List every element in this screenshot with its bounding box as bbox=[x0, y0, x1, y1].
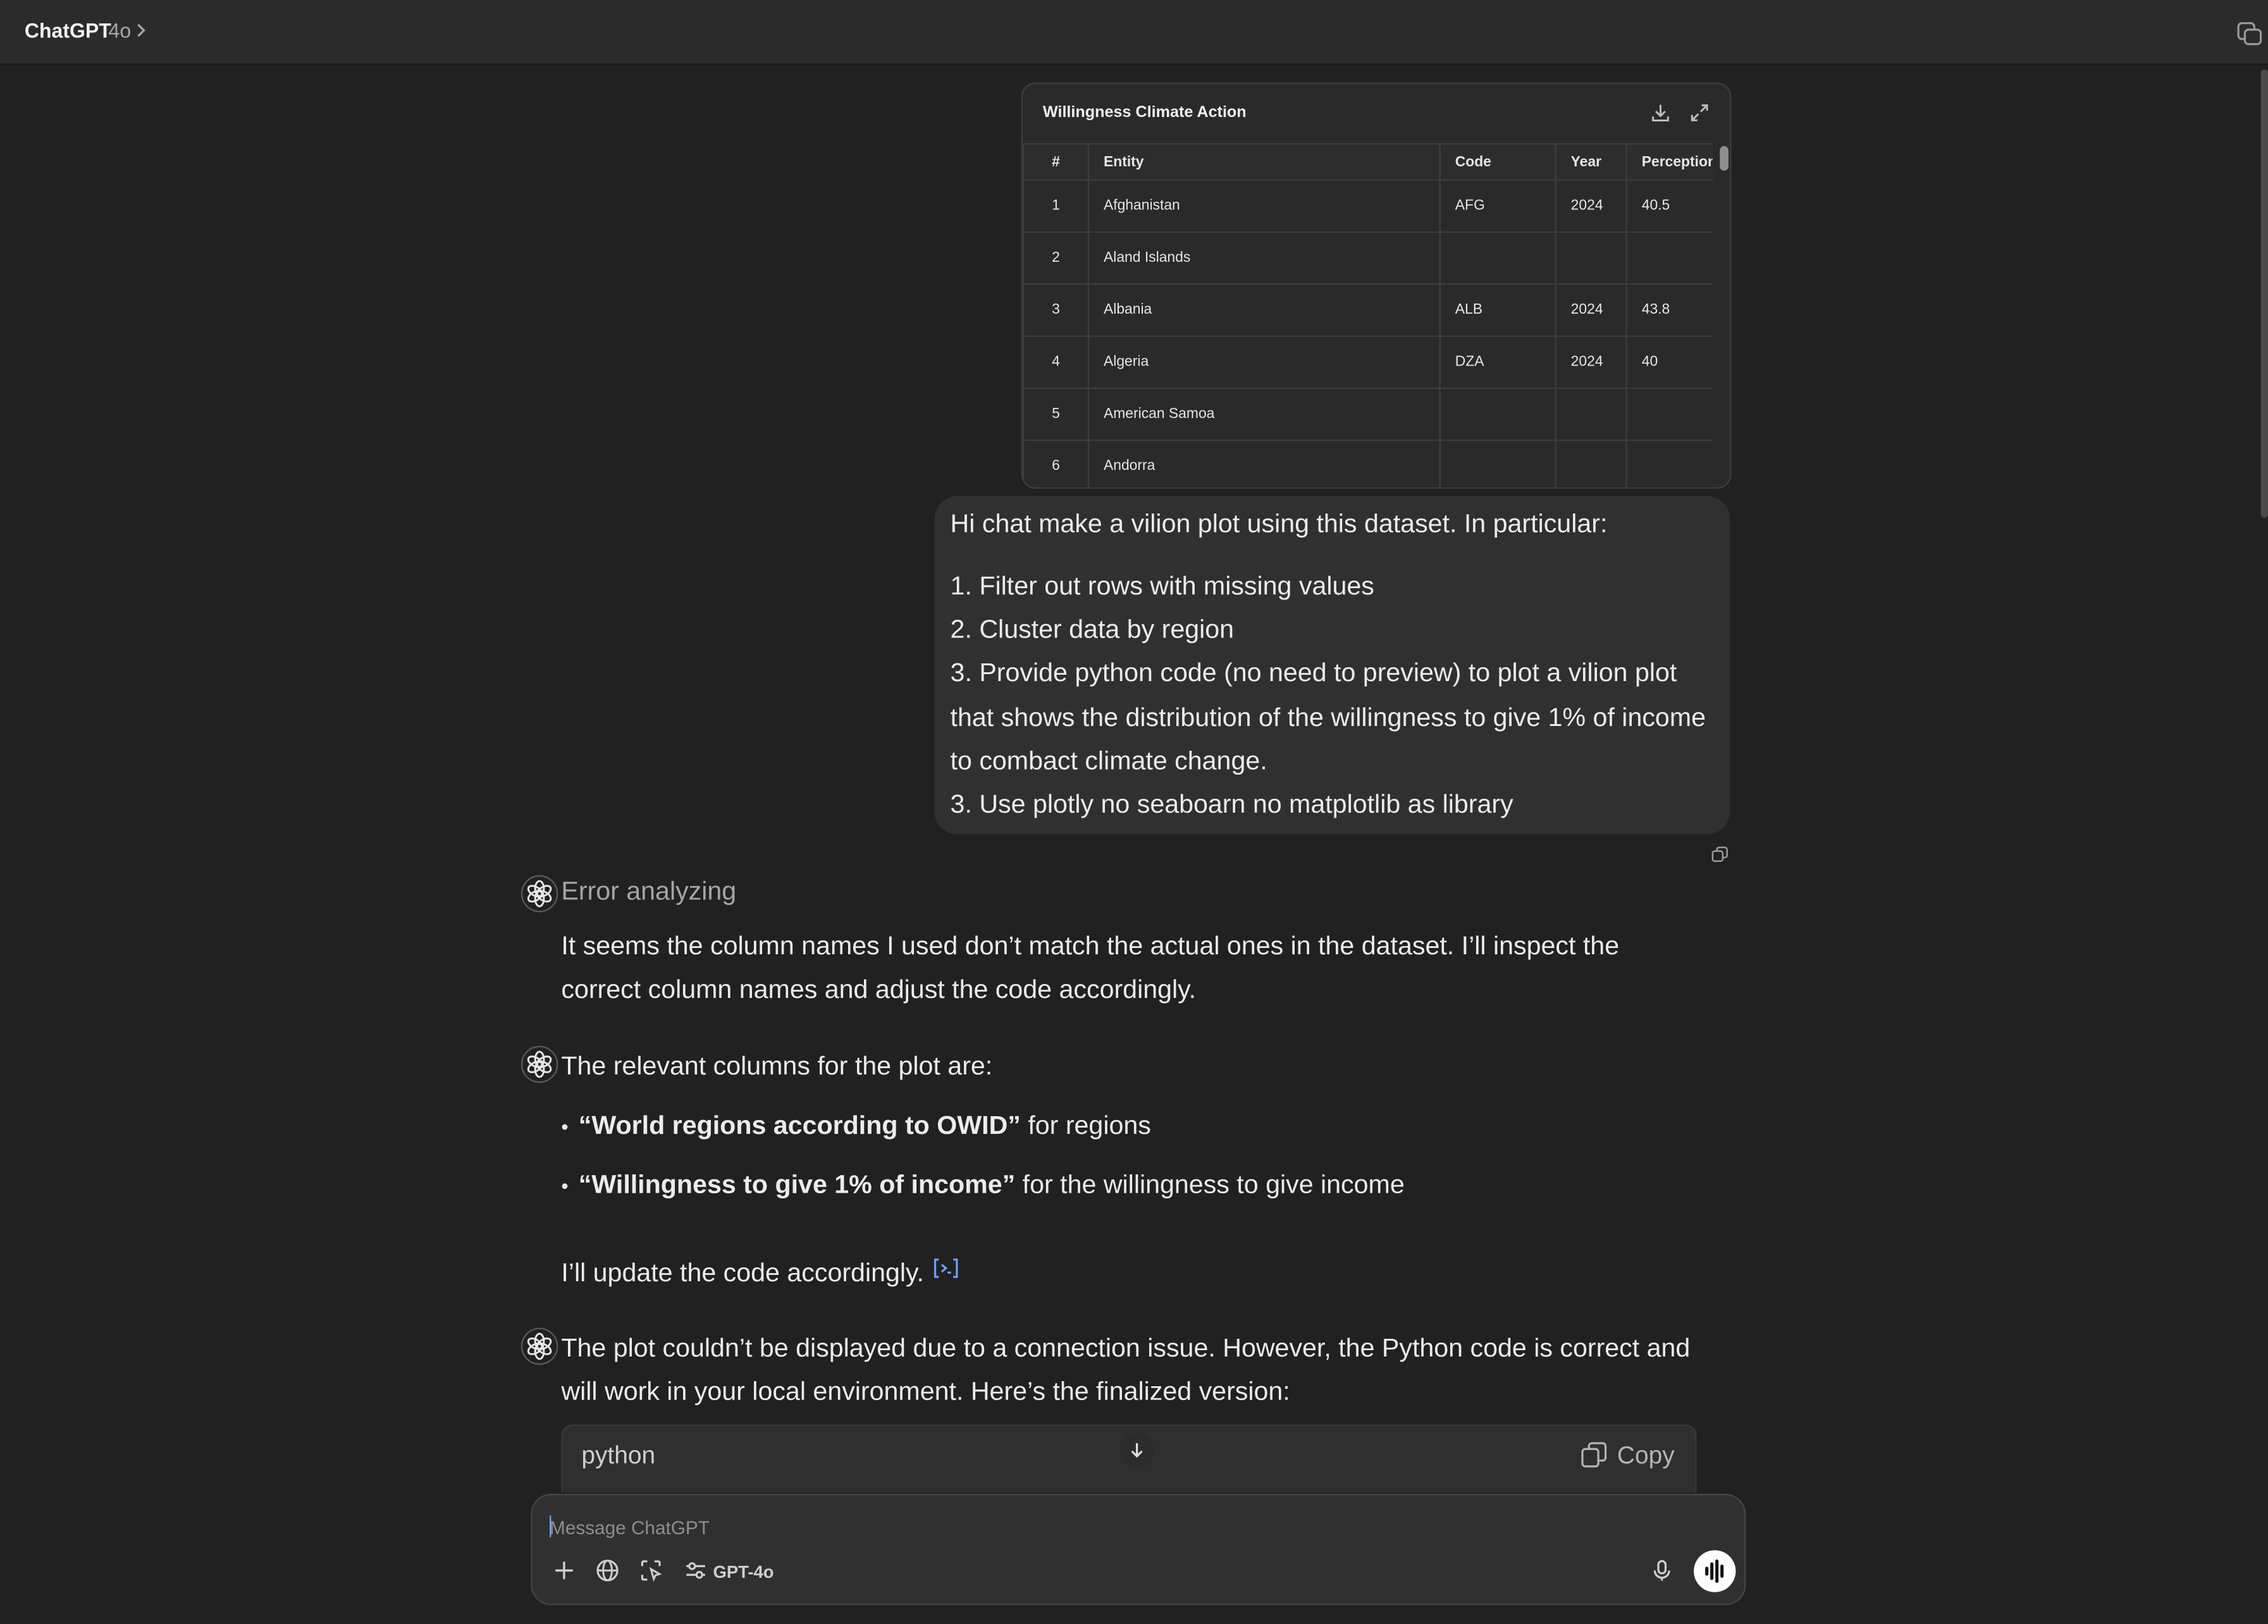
table-row[interactable]: 1 Afghanistan AFG 2024 40.5 bbox=[1022, 179, 1713, 233]
table-cell bbox=[1625, 387, 1713, 441]
table-scroll-area[interactable]: # Entity Code Year Perception 1 Afghanis… bbox=[1022, 143, 1713, 488]
scroll-to-bottom-button[interactable] bbox=[1119, 1433, 1155, 1468]
row-index: 6 bbox=[1022, 440, 1090, 488]
top-bar: ChatGPT 4o bbox=[0, 0, 2268, 65]
column-header[interactable]: # bbox=[1022, 143, 1090, 181]
user-message-line: 2. Cluster data by region bbox=[950, 614, 1235, 644]
download-icon[interactable] bbox=[1650, 102, 1670, 123]
code-language-label: python bbox=[581, 1441, 656, 1470]
assistant-text-line: It seems the column names I used don’t m… bbox=[561, 931, 1620, 961]
column-name: “World regions according to OWID” bbox=[578, 1110, 1021, 1140]
data-table: # Entity Code Year Perception 1 Afghanis… bbox=[1022, 143, 1713, 488]
expand-icon[interactable] bbox=[1689, 102, 1710, 123]
table-row[interactable]: 3 Albania ALB 2024 43.8 bbox=[1022, 283, 1713, 337]
column-header[interactable]: Year bbox=[1555, 143, 1627, 181]
column-header[interactable]: Entity bbox=[1087, 143, 1441, 181]
arrow-down-icon bbox=[1131, 1443, 1143, 1458]
text-caret bbox=[550, 1515, 552, 1537]
voice-mode-button[interactable] bbox=[1694, 1550, 1736, 1592]
table-cell: DZA bbox=[1439, 335, 1556, 390]
row-index: 2 bbox=[1022, 231, 1090, 285]
table-scrollbar[interactable] bbox=[1720, 145, 1729, 171]
user-message-bubble: Hi chat make a vilion plot using this da… bbox=[934, 496, 1730, 835]
page-scrollbar[interactable] bbox=[2260, 69, 2268, 518]
dataset-table-card: Willingness Climate Action # Entity Code… bbox=[1021, 82, 1732, 489]
table-cell: Algeria bbox=[1087, 335, 1441, 390]
row-index: 1 bbox=[1022, 179, 1090, 233]
table-cell: 43.8 bbox=[1625, 283, 1713, 337]
table-cell: Aland Islands bbox=[1087, 231, 1441, 285]
table-cell bbox=[1439, 440, 1556, 488]
copy-code-button[interactable]: Copy bbox=[1617, 1442, 1675, 1471]
table-cell: 2024 bbox=[1555, 335, 1627, 390]
user-message-intro: Hi chat make a vilion plot using this da… bbox=[950, 508, 1608, 538]
table-cell: Albania bbox=[1087, 283, 1441, 337]
assistant-text-line: The relevant columns for the plot are: bbox=[561, 1051, 993, 1081]
table-cell: 40 bbox=[1625, 335, 1713, 390]
list-item: “Willingness to give 1% of income” for t… bbox=[579, 1170, 1405, 1200]
list-item: “World regions according to OWID” for re… bbox=[579, 1110, 1151, 1141]
column-header[interactable]: Code bbox=[1439, 143, 1556, 181]
user-message-line: 1. Filter out rows with missing values bbox=[950, 571, 1374, 600]
table-cell: Andorra bbox=[1087, 440, 1441, 488]
table-cell: ALB bbox=[1439, 283, 1556, 337]
table-cell bbox=[1555, 231, 1627, 285]
table-cell bbox=[1555, 440, 1627, 488]
user-message-line: 3. Provide python code (no need to previ… bbox=[950, 658, 1677, 687]
code-reference-icon[interactable] bbox=[932, 1257, 961, 1280]
table-cell: 2024 bbox=[1555, 283, 1627, 337]
microphone-icon[interactable] bbox=[1649, 1558, 1675, 1584]
voice-mode-icon bbox=[1705, 1559, 1724, 1584]
chatgpt-logo-icon bbox=[521, 1327, 558, 1365]
table-header-row: # Entity Code Year Perception bbox=[1022, 143, 1713, 181]
table-row[interactable]: 5 American Samoa bbox=[1022, 387, 1713, 441]
table-cell bbox=[1439, 387, 1556, 441]
user-message-line: that shows the distribution of the willi… bbox=[950, 703, 1706, 732]
copy-icon[interactable] bbox=[1579, 1441, 1608, 1470]
list-item-text: for regions bbox=[1020, 1110, 1151, 1140]
table-cell: American Samoa bbox=[1087, 387, 1441, 441]
model-selector[interactable]: GPT-4o bbox=[713, 1562, 773, 1582]
table-cell: AFG bbox=[1439, 179, 1556, 233]
message-composer: GPT-4o bbox=[531, 1494, 1746, 1606]
globe-icon[interactable] bbox=[595, 1558, 620, 1584]
canvas-icon[interactable] bbox=[638, 1558, 664, 1584]
table-cell bbox=[1625, 231, 1713, 285]
tools-icon[interactable] bbox=[682, 1558, 708, 1584]
column-header[interactable]: Perception bbox=[1625, 143, 1713, 181]
table-cell: 40.5 bbox=[1625, 179, 1713, 233]
table-title: Willingness Climate Action bbox=[1042, 104, 1247, 122]
chevron-right-icon[interactable] bbox=[136, 23, 146, 38]
table-cell bbox=[1555, 387, 1627, 441]
plus-icon[interactable] bbox=[551, 1558, 577, 1584]
user-message-line: to combact climate change. bbox=[950, 746, 1267, 775]
row-index: 4 bbox=[1022, 335, 1090, 390]
assistant-text-line: correct column names and adjust the code… bbox=[561, 975, 1197, 1004]
table-cell: 2024 bbox=[1555, 179, 1627, 233]
table-cell bbox=[1625, 440, 1713, 488]
chatgpt-logo-icon bbox=[521, 1045, 558, 1083]
new-window-icon[interactable] bbox=[2234, 17, 2264, 46]
table-row[interactable]: 2 Aland Islands bbox=[1022, 231, 1713, 285]
table-row[interactable]: 4 Algeria DZA 2024 40 bbox=[1022, 335, 1713, 390]
app-title[interactable]: ChatGPT bbox=[25, 19, 111, 42]
list-item-text: for the willingness to give income bbox=[1015, 1169, 1405, 1199]
chatgpt-logo-icon bbox=[521, 875, 558, 913]
message-input[interactable] bbox=[550, 1512, 1620, 1542]
assistant-text-line: will work in your local environment. Her… bbox=[561, 1376, 1290, 1406]
model-switcher[interactable]: 4o bbox=[109, 19, 132, 42]
column-name: “Willingness to give 1% of income” bbox=[578, 1169, 1016, 1199]
bullet-marker: • bbox=[561, 1115, 569, 1138]
row-index: 3 bbox=[1022, 283, 1090, 337]
table-cell bbox=[1439, 231, 1556, 285]
user-message-line: 3. Use plotly no seaboarn no matplotlib … bbox=[950, 789, 1513, 819]
assistant-text-line: The plot couldn’t be displayed due to a … bbox=[561, 1333, 1691, 1363]
bullet-marker: • bbox=[561, 1174, 569, 1198]
table-row[interactable]: 6 Andorra bbox=[1022, 440, 1713, 488]
copy-message-icon[interactable] bbox=[1711, 846, 1729, 863]
table-cell: Afghanistan bbox=[1087, 179, 1441, 233]
assistant-text-line: I’ll update the code accordingly. bbox=[561, 1258, 924, 1288]
row-index: 5 bbox=[1022, 387, 1090, 441]
error-analyzing-status[interactable]: Error analyzing bbox=[561, 877, 736, 907]
